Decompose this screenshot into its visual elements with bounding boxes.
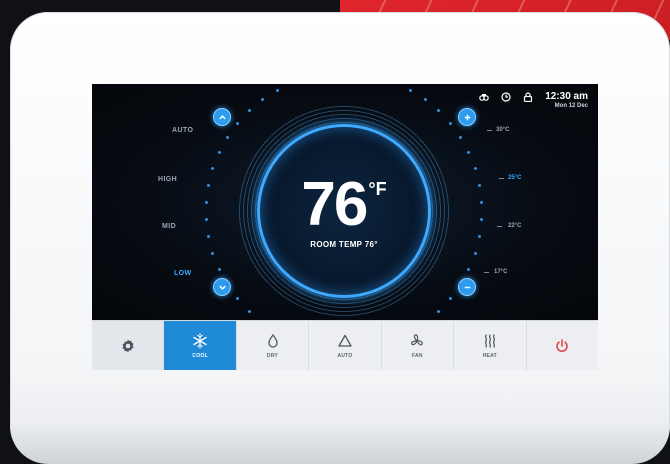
lock-icon [523,92,533,103]
mode-label: DRY [266,352,279,359]
fan-speed-down-button[interactable] [213,278,231,296]
arc-dot [478,183,482,187]
arc-dot [467,150,471,154]
arc-dot [448,297,452,301]
mode-auto-button[interactable]: AUTO [309,321,382,370]
mode-label: COOL [192,352,208,359]
scale-tick [499,178,504,179]
status-bar: 12:30 am Mon 12 Dec [479,92,588,109]
clock-time: 12:30 am [545,91,588,102]
arc-dot [473,252,477,256]
mode-cool-button[interactable]: COOL [164,321,237,370]
mode-label: FAN [411,352,423,359]
fan-level-mid[interactable]: MID [162,223,176,230]
mode-label: AUTO [337,352,353,359]
fan-level-low[interactable]: LOW [174,270,192,277]
power-icon [556,338,568,352]
mode-heat-button[interactable]: HEAT [454,321,527,370]
clock-icon [501,92,511,102]
arc-dot [276,88,280,92]
fan-speed-up-button[interactable] [213,108,231,126]
scale-tick [497,226,502,227]
arc-dot [211,166,215,170]
arc-dot [473,166,477,170]
chevron-up-icon [218,114,226,119]
snowflake-icon [193,332,207,349]
device-base [10,426,670,464]
arc-dot [236,297,240,301]
gear-icon [122,339,134,352]
arc-dot [204,200,208,204]
arc-dot [206,183,210,187]
scale-tick [484,272,489,273]
arc-dot [225,135,229,139]
clock-date: Mon 12 Dec [554,103,588,109]
triangle-icon [338,334,352,347]
arc-dot [408,88,412,92]
arc-dot [261,97,265,101]
arc-dot [467,268,471,272]
temp-up-button[interactable] [458,108,476,126]
arc-dot [436,108,440,112]
thermostat-screen: 12:30 am Mon 12 Dec 76 °F ROOM TEMP 76° … [92,84,598,320]
temp-down-button[interactable] [458,278,476,296]
mode-label: HEAT [482,352,498,359]
arc-dot [448,121,452,125]
heat-waves-icon [484,333,495,348]
clock: 12:30 am Mon 12 Dec [545,91,588,110]
mode-bar: COOL DRY AUTO FAN HEAT [92,320,598,370]
scale-label-25: 25°C [508,175,522,181]
arc-dot [480,218,484,222]
scale-tick [487,130,492,131]
power-button[interactable] [527,321,598,370]
fan-level-auto[interactable]: AUTO [172,127,193,134]
arc-dot [478,235,482,239]
plus-icon [464,114,470,120]
scale-label-30: 30°C [496,127,510,133]
mode-dry-button[interactable]: DRY [237,321,310,370]
settings-button[interactable] [92,321,165,370]
temperature-unit: °F [368,178,387,199]
fan-status-icon [479,92,489,102]
scale-label-17: 17°C [494,269,508,275]
temperature-value: 76 [301,169,368,239]
temperature-display: 76 °F ROOM TEMP 76° [257,124,431,298]
arc-dot [423,97,427,101]
arc-dot [248,108,252,112]
fan-icon [411,333,424,345]
arc-dot [206,235,210,239]
arc-dot [480,200,484,204]
arc-dot [217,150,221,154]
scale-label-22: 22°C [508,223,522,229]
mode-fan-button[interactable]: FAN [382,321,455,370]
arc-dot [459,135,463,139]
room-temperature: ROOM TEMP 76° [310,239,378,249]
droplet-icon [267,333,278,348]
minus-icon [464,286,470,288]
arc-dot [204,218,208,222]
arc-dot [217,268,221,272]
arc-dot [436,310,440,314]
arc-dot [248,310,252,314]
arc-dot [211,252,215,256]
arc-dot [236,121,240,125]
fan-level-high[interactable]: HIGH [158,176,177,183]
